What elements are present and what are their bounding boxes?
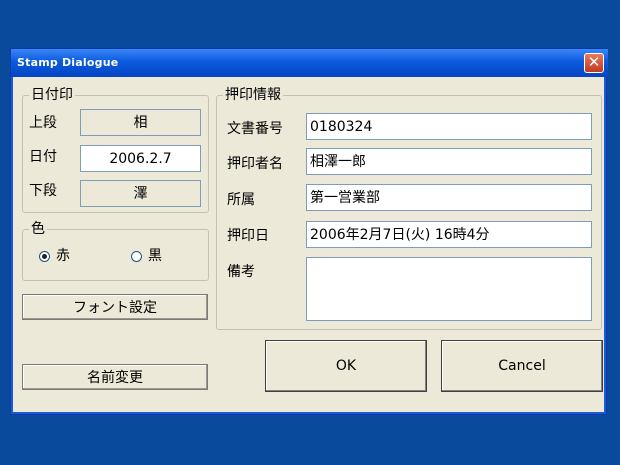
window-title: Stamp Dialogue (17, 56, 119, 69)
doc-number-field[interactable]: 0180324 (306, 113, 592, 140)
remarks-label: 備考 (227, 264, 255, 280)
radio-red-label: 赤 (56, 248, 70, 264)
stamp-info-group-title: 押印情報 (223, 85, 283, 105)
close-icon: ✕ (587, 53, 601, 71)
radio-black-circle[interactable] (131, 250, 142, 262)
stamp-date-field[interactable]: 2006年2月7日(火) 16時4分 (306, 221, 592, 248)
department-field[interactable]: 第一営業部 (306, 184, 592, 211)
radio-red-circle[interactable] (39, 250, 50, 262)
radio-black-label: 黒 (148, 248, 162, 264)
cancel-button[interactable]: Cancel (441, 340, 603, 392)
stamper-field[interactable]: 相澤一郎 (306, 148, 592, 175)
date-stamp-group-title: 日付印 (29, 85, 75, 105)
upper-label: 上段 (29, 115, 57, 131)
rename-button[interactable]: 名前変更 (22, 364, 208, 390)
close-button[interactable]: ✕ (584, 53, 604, 73)
color-group-title: 色 (29, 219, 47, 239)
remarks-textarea[interactable] (306, 257, 592, 321)
stamp-dialog: Stamp Dialogue ✕ 日付印 上段 相 日付 2006.2.7 下段… (10, 48, 608, 415)
title-bar[interactable]: Stamp Dialogue ✕ (11, 49, 608, 77)
font-settings-button[interactable]: フォント設定 (22, 294, 208, 320)
stamper-label: 押印者名 (227, 156, 283, 172)
department-label: 所属 (227, 192, 255, 208)
radio-black[interactable]: 黒 (131, 247, 162, 265)
doc-number-label: 文書番号 (227, 121, 283, 137)
ok-button[interactable]: OK (265, 340, 427, 392)
lower-field[interactable]: 澤 (80, 180, 201, 207)
date-label: 日付 (29, 149, 57, 165)
stamp-date-label: 押印日 (227, 228, 269, 244)
radio-red[interactable]: 赤 (39, 247, 70, 265)
upper-field[interactable]: 相 (80, 109, 201, 136)
date-field[interactable]: 2006.2.7 (80, 145, 201, 172)
lower-label: 下段 (29, 183, 57, 199)
